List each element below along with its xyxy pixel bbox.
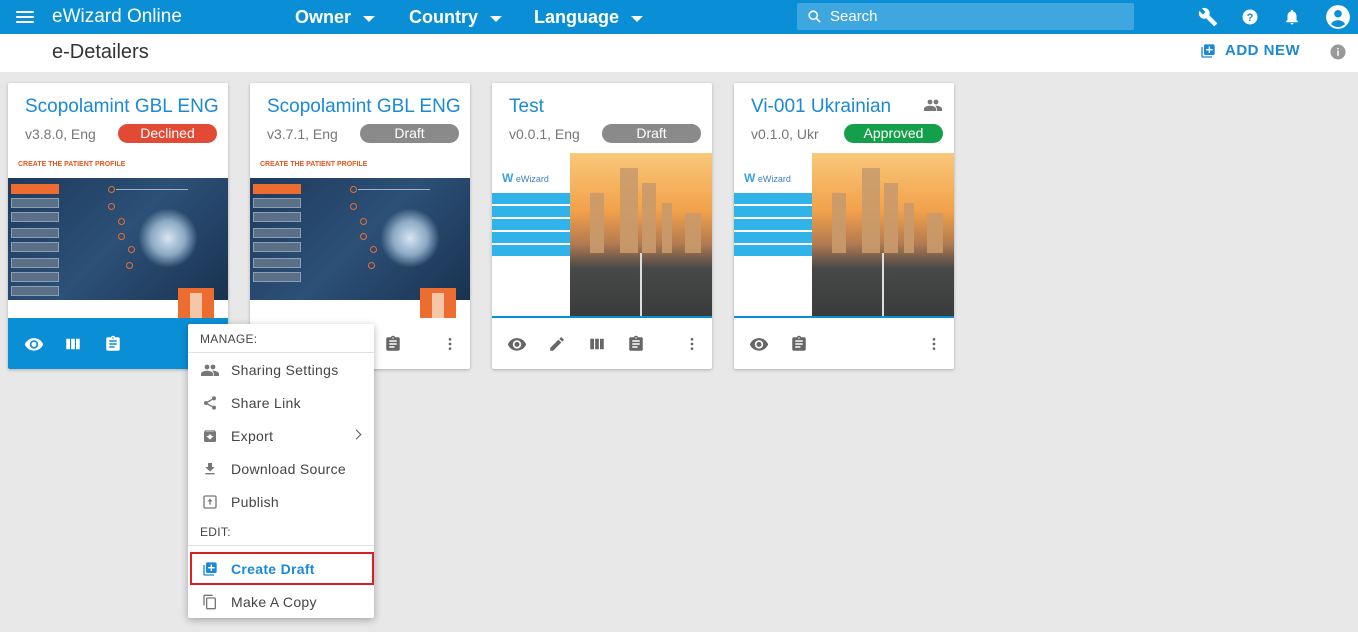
clipboard-icon[interactable] bbox=[103, 334, 123, 354]
city-photo bbox=[570, 153, 712, 318]
page-title: e-Detailers bbox=[52, 41, 149, 63]
add-new-label: ADD NEW bbox=[1225, 42, 1301, 59]
card-version-language: v3.7.1, Eng bbox=[267, 126, 338, 142]
manage-section-label: MANAGE: bbox=[200, 332, 258, 346]
hamburger-menu-icon[interactable] bbox=[16, 9, 34, 25]
app-title: eWizard Online bbox=[52, 6, 182, 27]
menu-item-create-draft[interactable]: Create Draft bbox=[190, 552, 374, 585]
card-title[interactable]: Vi-001 Ukrainian bbox=[751, 96, 891, 118]
chevron-down-icon bbox=[631, 15, 644, 22]
menu-divider bbox=[188, 545, 374, 546]
clipboard-icon[interactable] bbox=[789, 334, 809, 354]
card-title[interactable]: Scopolamint GBL ENG bbox=[267, 96, 461, 118]
menu-item-export[interactable]: Export bbox=[188, 419, 374, 452]
edetailer-card[interactable]: Test v0.0.1, Eng Draft W eWizard bbox=[492, 83, 712, 369]
copy-icon bbox=[201, 593, 219, 611]
add-new-button[interactable]: ADD NEW bbox=[1200, 42, 1300, 59]
card-thumbnail[interactable]: CREATE THE PATIENT PROFILE bbox=[8, 153, 228, 318]
menu-item-label: Download Source bbox=[231, 460, 347, 477]
card-context-menu: MANAGE: Sharing Settings Share Link Expo… bbox=[188, 324, 374, 618]
menu-item-label: Export bbox=[231, 427, 274, 444]
svg-text:?: ? bbox=[1247, 12, 1254, 24]
more-vert-icon[interactable] bbox=[924, 334, 944, 354]
menu-item-label: Make A Copy bbox=[231, 593, 317, 610]
card-actions-bar bbox=[734, 318, 954, 369]
top-bar: eWizard Online Owner Country Language ? bbox=[0, 0, 1358, 34]
status-badge: Declined bbox=[118, 124, 217, 143]
edit-pencil-icon[interactable] bbox=[547, 334, 567, 354]
menu-item-label: Publish bbox=[231, 493, 280, 510]
thumbnail-header: CREATE THE PATIENT PROFILE bbox=[18, 161, 126, 168]
menu-item-share-link[interactable]: Share Link bbox=[188, 386, 374, 419]
search-box bbox=[797, 3, 1134, 30]
status-badge: Draft bbox=[602, 124, 701, 143]
menu-item-publish[interactable]: Publish bbox=[188, 485, 374, 518]
card-title[interactable]: Test bbox=[509, 96, 544, 118]
preview-eye-icon[interactable] bbox=[24, 334, 44, 354]
shared-people-icon bbox=[924, 98, 942, 112]
archive-icon bbox=[201, 427, 219, 445]
menu-item-download-source[interactable]: Download Source bbox=[188, 452, 374, 485]
clipboard-icon[interactable] bbox=[383, 334, 403, 354]
library-add-icon bbox=[1201, 43, 1215, 58]
card-title[interactable]: Scopolamint GBL ENG bbox=[25, 96, 219, 118]
card-thumbnail[interactable]: W eWizard bbox=[734, 153, 954, 318]
card-actions-bar bbox=[492, 318, 712, 369]
card-thumbnail[interactable]: CREATE THE PATIENT PROFILE bbox=[250, 153, 470, 318]
slides-view-icon[interactable] bbox=[63, 334, 83, 354]
menu-item-label: Create Draft bbox=[231, 560, 315, 577]
card-version-language: v0.1.0, Ukr bbox=[751, 126, 819, 142]
owner-filter[interactable]: Owner bbox=[295, 7, 376, 28]
menu-item-label: Share Link bbox=[231, 394, 301, 411]
menu-item-make-a-copy[interactable]: Make A Copy bbox=[188, 585, 374, 618]
country-filter-label: Country bbox=[409, 7, 478, 27]
chevron-down-icon bbox=[490, 15, 502, 22]
menu-item-label: Sharing Settings bbox=[231, 361, 339, 378]
wrench-icon[interactable] bbox=[1197, 6, 1219, 28]
share-icon bbox=[201, 394, 219, 412]
more-vert-icon[interactable] bbox=[682, 334, 702, 354]
chevron-right-icon bbox=[351, 429, 362, 440]
card-version-language: v0.0.1, Eng bbox=[509, 126, 580, 142]
search-input[interactable] bbox=[830, 8, 1120, 25]
download-icon bbox=[201, 460, 219, 478]
page-header: e-Detailers ADD NEW bbox=[0, 34, 1358, 72]
search-icon bbox=[808, 10, 821, 23]
language-filter[interactable]: Language bbox=[534, 7, 644, 28]
thumbnail-logo: W eWizard bbox=[502, 171, 549, 185]
notifications-bell-icon[interactable] bbox=[1281, 6, 1303, 28]
help-icon[interactable]: ? bbox=[1239, 6, 1261, 28]
edit-section-label: EDIT: bbox=[200, 525, 231, 539]
card-version-language: v3.8.0, Eng bbox=[25, 126, 96, 142]
clipboard-icon[interactable] bbox=[626, 334, 646, 354]
menu-item-sharing-settings[interactable]: Sharing Settings bbox=[188, 353, 374, 386]
info-icon[interactable] bbox=[1329, 43, 1347, 61]
country-filter[interactable]: Country bbox=[409, 7, 502, 28]
preview-eye-icon[interactable] bbox=[749, 334, 769, 354]
preview-eye-icon[interactable] bbox=[507, 334, 527, 354]
city-photo bbox=[812, 153, 954, 318]
language-filter-label: Language bbox=[534, 7, 620, 27]
people-icon bbox=[201, 361, 219, 379]
library-add-icon bbox=[201, 560, 219, 578]
chevron-down-icon bbox=[363, 15, 376, 22]
publish-icon bbox=[201, 493, 219, 511]
more-vert-icon[interactable] bbox=[440, 334, 460, 354]
status-badge: Approved bbox=[844, 124, 943, 143]
status-badge: Draft bbox=[360, 124, 459, 143]
owner-filter-label: Owner bbox=[295, 7, 352, 27]
slides-view-icon[interactable] bbox=[587, 334, 607, 354]
thumbnail-header: CREATE THE PATIENT PROFILE bbox=[260, 161, 368, 168]
card-thumbnail[interactable]: W eWizard bbox=[492, 153, 712, 318]
account-avatar-icon[interactable] bbox=[1325, 4, 1351, 30]
thumbnail-logo: W eWizard bbox=[744, 171, 791, 185]
edetailer-card[interactable]: Vi-001 Ukrainian v0.1.0, Ukr Approved W … bbox=[734, 83, 954, 369]
